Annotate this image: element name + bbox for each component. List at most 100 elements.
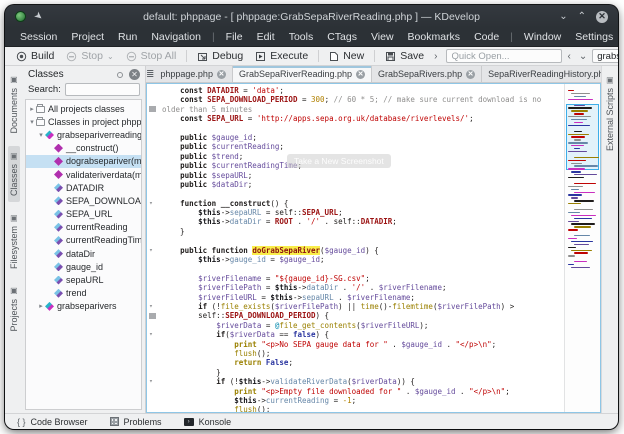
save-button[interactable]: Save: [380, 49, 429, 63]
statusbar-label: Konsole: [199, 417, 232, 427]
dock-tab-external-scripts[interactable]: External Scripts▣: [604, 70, 616, 157]
fold-marker-icon[interactable]: ▾: [149, 377, 153, 386]
minimap-code-line: [574, 235, 590, 236]
fold-marker-icon[interactable]: ▾: [149, 302, 153, 311]
stop-button[interactable]: Stop⌄: [61, 49, 118, 63]
minimap-code-line: [574, 165, 598, 166]
classes-panel: Classes ✕ Search: ▸All projects classes▾…: [22, 66, 146, 413]
tree-item-datadir[interactable]: DATADIR: [26, 181, 141, 194]
menu-bookmarks[interactable]: Bookmarks: [401, 31, 468, 43]
fold-marker-icon[interactable]: ▾: [149, 246, 153, 255]
menu-view[interactable]: View: [364, 31, 401, 43]
tab-close-icon[interactable]: ✕: [466, 70, 475, 79]
tree-item-currentreading[interactable]: currentReading: [26, 221, 141, 234]
minimap-code-line: [574, 209, 593, 210]
stop-all-button[interactable]: Stop All: [121, 49, 182, 63]
fold-marker-icon[interactable]: ▾: [149, 330, 153, 339]
editor-tab-grabseparivers.php[interactable]: GrabSepaRivers.php✕: [372, 66, 482, 82]
minimap-code-line: [574, 157, 599, 158]
nav-back-button[interactable]: ‹: [564, 51, 573, 62]
folder-icon: [36, 106, 45, 113]
tree-item-datadir[interactable]: dataDir: [26, 247, 141, 260]
code-line: print "<p>No SEPA gauge data for " . $ga…: [147, 340, 564, 349]
tree-item-gauge-id[interactable]: gauge_id: [26, 260, 141, 273]
statusbar-konsole[interactable]: ›Konsole: [184, 417, 232, 427]
field-icon: [54, 262, 63, 271]
minimap-code-line: [574, 105, 585, 106]
close-button[interactable]: ✕: [596, 11, 608, 23]
execute-button[interactable]: Execute: [250, 49, 313, 63]
menu-code[interactable]: Code: [467, 31, 506, 43]
tree-item--construct-[interactable]: __construct(): [26, 142, 141, 155]
editor-tab-grabsepariverreading.php[interactable]: GrabSepaRiverReading.php✕: [233, 66, 372, 82]
minimap-code-line: [571, 215, 596, 216]
dock-tab-label: External Scripts: [605, 88, 615, 151]
tree-item-sepaurl[interactable]: sepaURL: [26, 273, 141, 286]
class-icon: [45, 130, 54, 139]
menu-file[interactable]: File: [219, 31, 250, 43]
build-button[interactable]: Build: [11, 49, 59, 63]
statusbar-code-browser[interactable]: { }Code Browser: [17, 417, 88, 427]
code-line: [147, 236, 564, 245]
classes-search-input[interactable]: [65, 83, 140, 96]
tree-item-grabseparivers[interactable]: ▸grabseparivers: [26, 300, 141, 313]
expander-icon[interactable]: ▸: [28, 105, 36, 113]
menu-edit[interactable]: Edit: [250, 31, 282, 43]
menu-project[interactable]: Project: [64, 31, 111, 43]
menu-window[interactable]: Window: [517, 31, 568, 43]
dropdown-arrow-icon[interactable]: ⌄: [107, 52, 114, 61]
titlebar[interactable]: ➤ default: phppage - [ phppage:GrabSepaR…: [5, 5, 618, 28]
minimap-code-line: [568, 203, 581, 204]
debug-button[interactable]: Debug: [192, 49, 248, 63]
menu-tools[interactable]: Tools: [282, 31, 321, 43]
tree-item-validateriverdata-mixed-[interactable]: validateriverdata(mixed): [26, 168, 141, 181]
dock-tab-projects[interactable]: Projects▣: [8, 281, 20, 338]
menu-run[interactable]: Run: [111, 31, 144, 43]
folder-icon: [36, 119, 45, 126]
tree-item-all-projects-classes[interactable]: ▸All projects classes: [26, 102, 141, 115]
quick-open-input[interactable]: [446, 49, 562, 63]
document-list-icon[interactable]: ≣: [146, 66, 154, 82]
menu-navigation[interactable]: Navigation: [144, 31, 208, 43]
minimap-scrollbar[interactable]: [564, 84, 600, 412]
dock-tab-documents[interactable]: Documents▣: [8, 70, 20, 140]
new-button[interactable]: New: [324, 49, 369, 63]
maximize-button[interactable]: ⌃: [578, 11, 586, 22]
minimap-code-line: [571, 189, 579, 190]
tree-item-sepa-url[interactable]: SEPA_URL: [26, 208, 141, 221]
dock-tab-filesystem[interactable]: Filesystem▣: [8, 208, 20, 275]
menu-settings[interactable]: Settings: [568, 31, 618, 43]
classes-panel-title: Classes: [28, 69, 64, 80]
fold-marker-icon[interactable]: ▾: [149, 199, 153, 208]
float-panel-icon[interactable]: [117, 72, 123, 78]
menu-session[interactable]: Session: [13, 31, 64, 43]
expander-icon[interactable]: ▸: [37, 302, 45, 310]
editor-tab-phppage.php[interactable]: phppage.php✕: [154, 66, 233, 82]
expander-icon[interactable]: ▾: [28, 118, 36, 126]
statusbar-problems[interactable]: Problems: [110, 417, 162, 427]
tree-item-label: dataDir: [66, 249, 95, 259]
nav-back-dropdown[interactable]: ⌄: [576, 51, 590, 62]
tab-close-icon[interactable]: ✕: [356, 70, 365, 79]
tree-item-trend[interactable]: trend: [26, 287, 141, 300]
tree-item-currentreadingtime[interactable]: currentReadingTime: [26, 234, 141, 247]
menu-ctags[interactable]: CTags: [320, 31, 364, 43]
tree-item-sepa-download-period[interactable]: SEPA_DOWNLOAD_PERIOD: [26, 194, 141, 207]
toolbar-overflow-chevron[interactable]: ›: [431, 51, 440, 62]
close-panel-icon[interactable]: ✕: [129, 69, 140, 80]
tab-close-icon[interactable]: ✕: [217, 70, 226, 79]
dock-tab-classes[interactable]: Classes▣: [8, 146, 20, 202]
expander-icon[interactable]: ▾: [37, 131, 45, 139]
pin-icon[interactable]: ➤: [31, 10, 44, 24]
editor-tab-separiverreadinghistory.php[interactable]: SepaRiverReadingHistory.php✕: [482, 66, 618, 82]
menubar: SessionProjectRunNavigation|FileEditTool…: [5, 28, 618, 47]
tree-item-classes-in-project-phppage[interactable]: ▾Classes in project phppage: [26, 115, 141, 128]
documents-icon: ▣: [9, 76, 18, 85]
minimap-code-line: [571, 267, 590, 268]
tree-item-dograbsepariver-mixed-[interactable]: dograbsepariver(mixed): [26, 155, 141, 168]
tree-item-grabsepariverreading[interactable]: ▾grabsepariverreading: [26, 128, 141, 141]
code-editor[interactable]: const DATADIR = 'data'; const SEPA_DOWNL…: [147, 84, 564, 412]
minimap-code-line: [568, 238, 577, 239]
minimize-button[interactable]: ⌄: [559, 11, 567, 22]
search-input[interactable]: [592, 49, 618, 63]
